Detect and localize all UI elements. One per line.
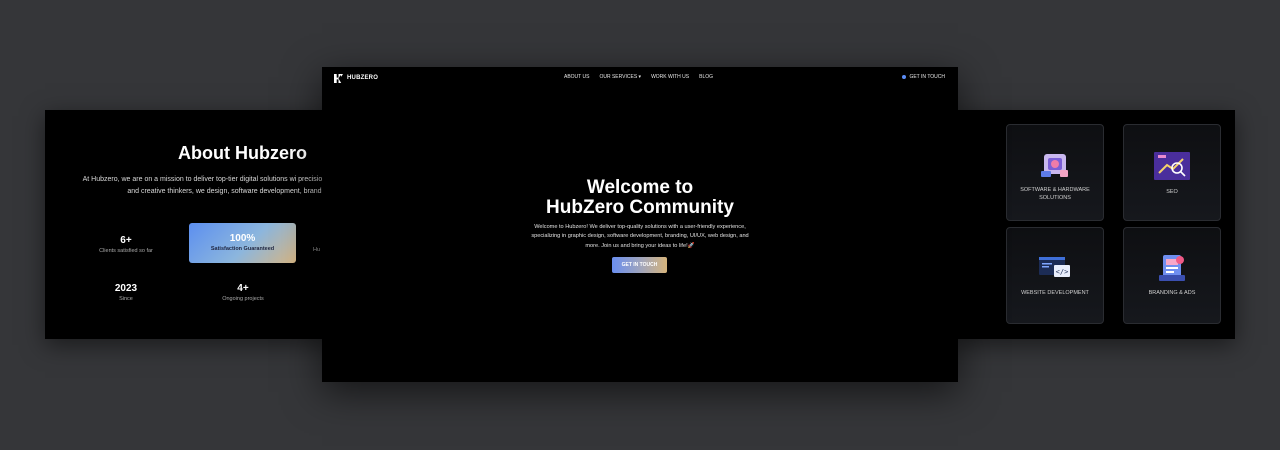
- satisfaction-card: 100% Satisfaction Guaranteed: [189, 223, 296, 263]
- stat-label: Since: [119, 296, 133, 302]
- service-label: SEO: [1166, 189, 1178, 195]
- stat-label: Ongoing projects: [222, 296, 264, 302]
- branding-ads-icon: [1159, 255, 1185, 281]
- hero-title-line2: HubZero Community: [546, 197, 734, 218]
- software-hardware-icon: [1041, 154, 1068, 177]
- nav-about-us[interactable]: ABOUT US: [564, 74, 589, 80]
- stat-projects: 4+ Ongoing projects: [198, 283, 288, 302]
- hubzero-logo-icon: [334, 73, 343, 83]
- about-description: At Hubzero, we are on a mission to deliv…: [82, 176, 335, 195]
- svg-text:</>: </>: [1056, 268, 1069, 276]
- service-label: BRANDING & ADS: [1148, 290, 1196, 296]
- hero-window: HUBZERO ABOUT US OUR SERVICES ▾ WORK WIT…: [322, 67, 958, 382]
- brand-name: HUBZERO: [347, 75, 379, 81]
- stat-since: 2023 Since: [81, 283, 171, 302]
- brand-logo[interactable]: HUBZERO: [334, 72, 378, 84]
- status-dot-icon: [902, 75, 907, 79]
- service-label: SOFTWARE & HARDWARE SOLUTIONS: [1020, 187, 1090, 201]
- service-label: WEBSITE DEVELOPMENT: [1021, 290, 1089, 296]
- about-section: About Hubzero At Hubzero, we are on a mi…: [45, 110, 335, 339]
- nav-cta-label: GET IN TOUCH: [909, 74, 945, 80]
- service-card-branding-ads[interactable]: BRANDING & ADS: [1123, 227, 1221, 324]
- service-card-software-hardware[interactable]: SOFTWARE & HARDWARE SOLUTIONS: [1006, 124, 1104, 221]
- hero-title-line1: Welcome to: [586, 177, 694, 198]
- nav-work-with-us[interactable]: WORK WITH US: [651, 74, 689, 80]
- nav-get-in-touch[interactable]: GET IN TOUCH: [902, 74, 945, 80]
- stat-value: 6+: [120, 235, 132, 246]
- stat-label: Satisfaction Guaranteed: [210, 246, 275, 252]
- stat-clients: 6+ Clients satisfied so far: [81, 235, 171, 254]
- nav-our-services[interactable]: OUR SERVICES ▾: [599, 74, 641, 80]
- service-card-seo[interactable]: SEO: [1123, 124, 1221, 221]
- website-development-icon: </>: [1039, 257, 1070, 277]
- seo-icon: [1154, 152, 1190, 180]
- stat-value: 100%: [229, 233, 256, 244]
- hero-description: Welcome to Hubzero! We deliver top-quali…: [531, 224, 749, 249]
- stat-label: Clients satisfied so far: [99, 248, 153, 254]
- stat-value: 4+: [237, 283, 249, 294]
- services-section: SOFTWARE & HARDWARE SOLUTIONS SEO </> WE…: [950, 110, 1235, 339]
- about-title: About Hubzero: [178, 143, 307, 163]
- stat-value: 2023: [114, 283, 138, 294]
- get-in-touch-button[interactable]: GET IN TOUCH: [612, 257, 667, 273]
- nav-blog[interactable]: BLOG: [699, 74, 713, 80]
- hero-title: Welcome to HubZero Community: [322, 178, 958, 218]
- service-card-website-development[interactable]: </> WEBSITE DEVELOPMENT: [1006, 227, 1104, 324]
- main-nav: ABOUT US OUR SERVICES ▾ WORK WITH US BLO…: [564, 74, 713, 80]
